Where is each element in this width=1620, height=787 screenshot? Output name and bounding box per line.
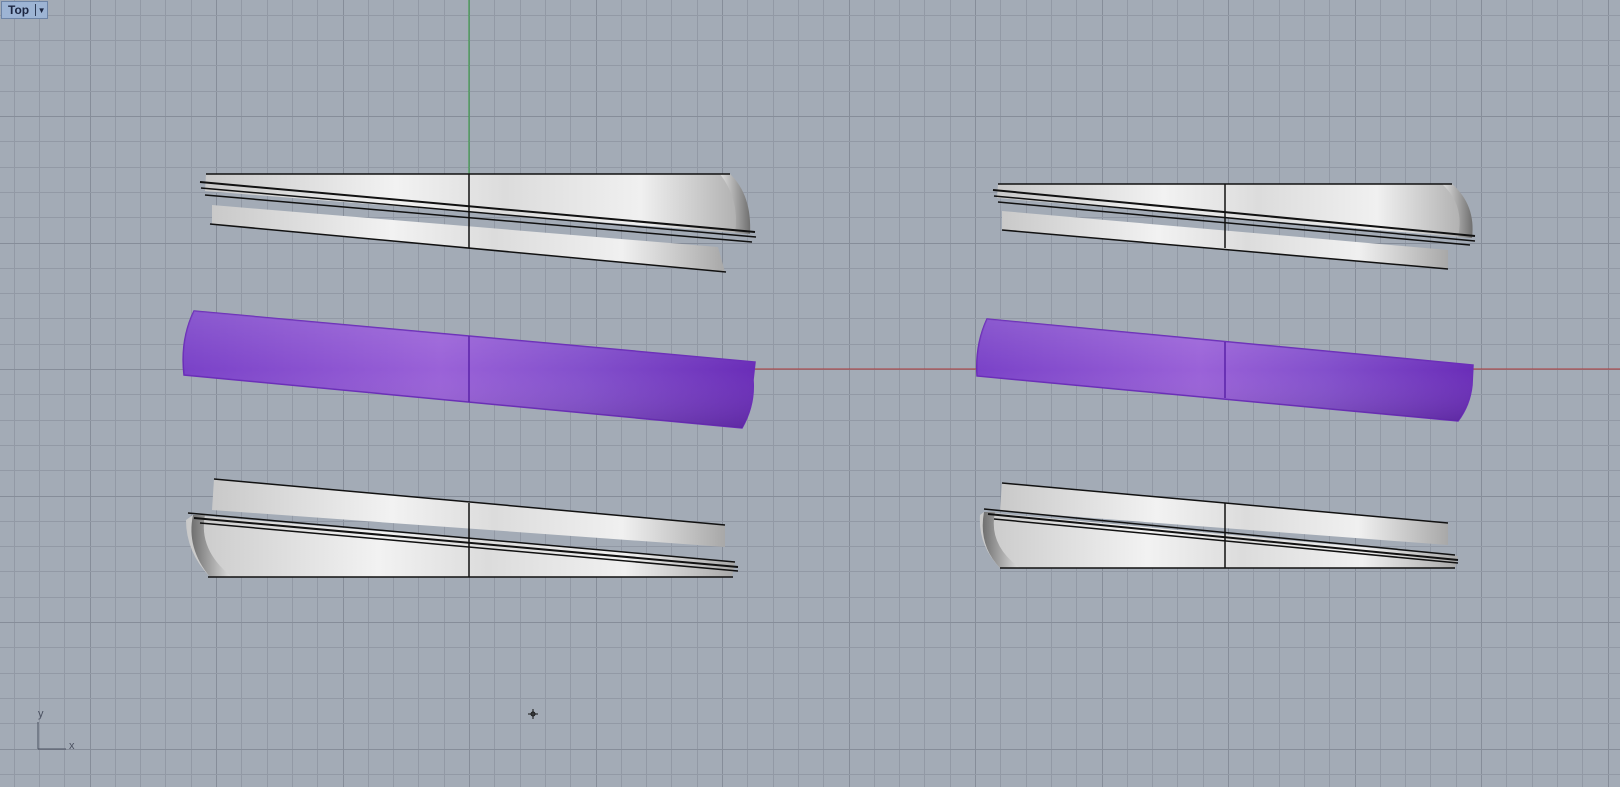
viewport-title-tab[interactable]: Top ▼	[1, 1, 49, 19]
left-top-ring-half[interactable]	[199, 173, 757, 273]
dropdown-triangle-icon[interactable]: ▼	[36, 2, 47, 18]
crosshair-icon	[528, 709, 538, 719]
right-top-ring-half[interactable]	[992, 183, 1476, 270]
axis-y-label: y	[38, 708, 44, 720]
viewport-canvas[interactable]	[0, 0, 1620, 787]
viewport-top[interactable]: y x Top ▼	[0, 0, 1620, 787]
axis-x-label: x	[69, 740, 75, 752]
left-bottom-ring-half[interactable]	[186, 478, 739, 578]
right-bottom-ring-half[interactable]	[979, 482, 1459, 569]
axis-widget	[37, 722, 66, 750]
viewport-title-label[interactable]: Top	[2, 2, 35, 18]
